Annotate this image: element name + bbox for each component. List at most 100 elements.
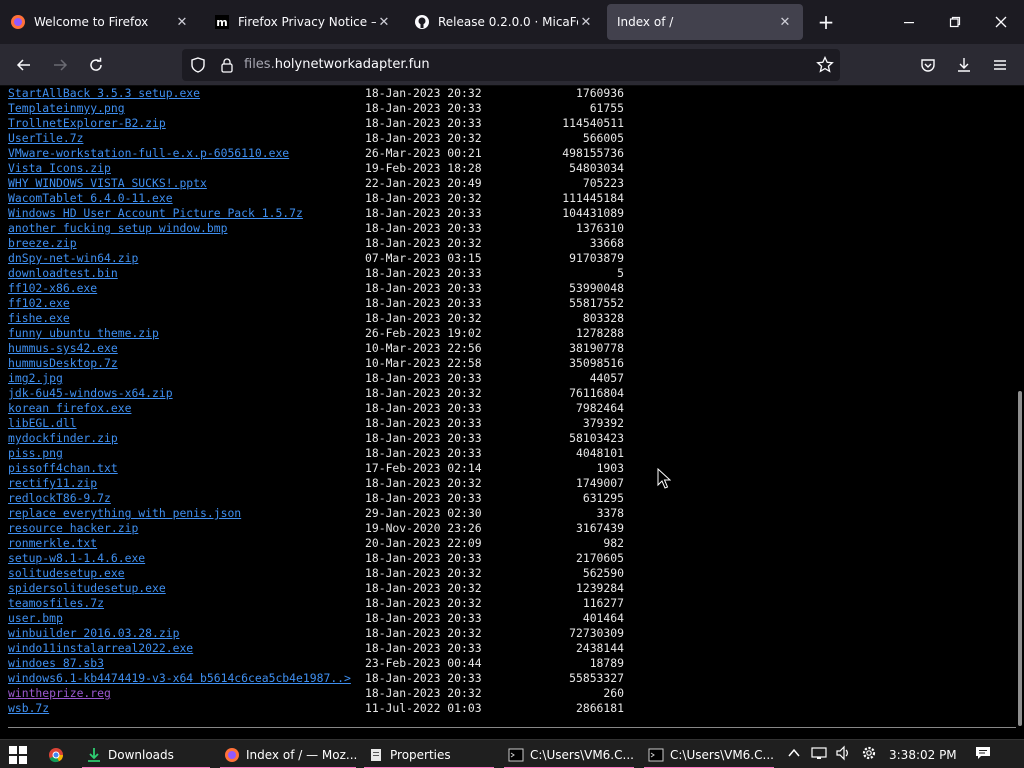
file-link[interactable]: Templateinmyy.png [8, 101, 125, 116]
scrollbar-thumb[interactable] [1018, 391, 1022, 726]
file-link[interactable]: spidersolitudesetup.exe [8, 581, 166, 596]
chevron-up-icon[interactable] [787, 746, 801, 763]
taskbar-downloads[interactable]: Downloads [80, 740, 212, 768]
divider [8, 727, 1016, 728]
file-link[interactable]: ff102-x86.exe [8, 281, 97, 296]
reload-button[interactable] [81, 50, 111, 80]
file-link[interactable]: another fucking setup window.bmp [8, 221, 227, 236]
file-link[interactable]: windoes 87.sb3 [8, 656, 104, 671]
taskbar-firefox[interactable]: Index of / — Moz... [218, 740, 358, 768]
file-size: 379392 [582, 416, 624, 430]
back-button[interactable] [9, 50, 39, 80]
taskbar-properties[interactable]: Properties [362, 740, 496, 768]
notification-icon[interactable] [975, 745, 991, 764]
file-link[interactable]: funny ubuntu theme.zip [8, 326, 159, 341]
network-icon[interactable] [811, 745, 827, 764]
file-link[interactable]: WacomTablet 6.4.0-11.exe [8, 191, 173, 206]
file-link[interactable]: downloadtest.bin [8, 266, 118, 281]
list-item: teamosfiles.7z 18-Jan-2023 20:32 116277 [8, 596, 628, 611]
tab-index-of[interactable]: Index of / ✕ [607, 4, 803, 40]
file-link[interactable]: breeze.zip [8, 236, 77, 251]
file-link[interactable]: jdk-6u45-windows-x64.zip [8, 386, 173, 401]
start-button[interactable] [8, 745, 28, 765]
file-link[interactable]: WHY WINDOWS VISTA SUCKS!.pptx [8, 176, 207, 191]
file-date: 18-Jan-2023 20:33 [365, 641, 482, 655]
file-date: 17-Feb-2023 02:14 [365, 461, 482, 475]
close-icon[interactable]: ✕ [174, 14, 190, 30]
file-link[interactable]: ronmerkle.txt [8, 536, 97, 551]
file-size: 35098516 [569, 356, 624, 370]
file-date: 19-Nov-2020 23:26 [365, 521, 482, 535]
shield-icon[interactable] [190, 57, 206, 77]
tab-release[interactable]: Release 0.2.0.0 · MicaForEve ✕ [404, 4, 604, 40]
file-size: 3378 [596, 506, 624, 520]
file-link[interactable]: ff102.exe [8, 296, 70, 311]
bookmark-star-icon[interactable] [816, 55, 834, 78]
close-icon[interactable]: ✕ [578, 14, 594, 30]
list-item: hummus-sys42.exe 10-Mar-2023 22:56 3819077… [8, 341, 628, 356]
file-link[interactable]: rectify11.zip [8, 476, 97, 491]
file-link[interactable]: teamosfiles.7z [8, 596, 104, 611]
file-date: 23-Feb-2023 00:44 [365, 656, 482, 670]
url-bar[interactable]: files.holynetworkadapter.fun [182, 49, 840, 81]
file-size: 1760936 [575, 86, 624, 100]
file-link[interactable]: winbuilder 2016.03.28.zip [8, 626, 179, 641]
file-link[interactable]: mydockfinder.zip [8, 431, 118, 446]
close-icon[interactable]: ✕ [777, 14, 793, 30]
file-link[interactable]: user.bmp [8, 611, 63, 626]
file-size: 53990048 [569, 281, 624, 295]
svg-text:m: m [216, 16, 227, 29]
file-link[interactable]: wsb.7z [8, 701, 49, 716]
list-item: redlockT86-9.7z 18-Jan-2023 20:33 631295 [8, 491, 628, 506]
back-arrow-icon [16, 59, 30, 71]
file-date: 18-Jan-2023 20:32 [365, 386, 482, 400]
file-link[interactable]: dnSpy-net-win64.zip [8, 251, 138, 266]
tab-privacy-notice[interactable]: m Firefox Privacy Notice — M ✕ [204, 4, 402, 40]
file-link[interactable]: TrollnetExplorer-B2.zip [8, 116, 166, 131]
file-link[interactable]: setup-w8.1-1.4.6.exe [8, 551, 145, 566]
file-link[interactable]: korean firefox.exe [8, 401, 131, 416]
chrome-icon [48, 747, 64, 763]
close-icon[interactable]: ✕ [376, 14, 392, 30]
file-link[interactable]: Windows HD User Account Picture Pack 1.5… [8, 206, 303, 221]
file-date: 18-Jan-2023 20:32 [365, 581, 482, 595]
file-link[interactable]: hummus-sys42.exe [8, 341, 118, 356]
file-link[interactable]: hummusDesktop.7z [8, 356, 118, 371]
file-link[interactable]: resource hacker.zip [8, 521, 138, 536]
new-tab-button[interactable]: + [812, 8, 840, 36]
taskbar-cmd-1[interactable]: C:\Users\VM6.C... [502, 740, 636, 768]
file-link[interactable]: fishe.exe [8, 311, 70, 326]
file-link[interactable]: StartAllBack 3.5.3 setup.exe [8, 86, 200, 101]
menu-button[interactable] [985, 50, 1015, 80]
minimize-button[interactable] [886, 0, 932, 44]
taskbar-chrome[interactable] [42, 740, 72, 768]
file-link[interactable]: libEGL.dll [8, 416, 77, 431]
file-link[interactable]: Vista Icons.zip [8, 161, 111, 176]
file-link[interactable]: windows6.1-kb4474419-v3-x64 b5614c6cea5c… [8, 671, 351, 686]
file-link[interactable]: redlockT86-9.7z [8, 491, 111, 506]
file-link[interactable]: piss.png [8, 446, 63, 461]
file-link[interactable]: VMware-workstation-full-e.x.p-6056110.ex… [8, 146, 289, 161]
file-link[interactable]: img2.jpg [8, 371, 63, 386]
lock-icon[interactable] [220, 57, 234, 77]
file-link[interactable]: pissoff4chan.txt [8, 461, 118, 476]
forward-button[interactable] [45, 50, 75, 80]
file-link[interactable]: wintheprize.reg [8, 686, 111, 701]
pocket-button[interactable] [913, 50, 943, 80]
volume-icon[interactable] [835, 745, 851, 764]
file-link[interactable]: windo11instalarreal2022.exe [8, 641, 193, 656]
file-link[interactable]: solitudesetup.exe [8, 566, 125, 581]
downloads-button[interactable] [949, 50, 979, 80]
file-link[interactable]: UserTile.7z [8, 131, 83, 146]
close-window-button[interactable] [978, 0, 1024, 44]
gear-icon[interactable] [861, 745, 877, 764]
restore-button[interactable] [932, 0, 978, 44]
file-date: 18-Jan-2023 20:33 [365, 431, 482, 445]
tab-welcome-firefox[interactable]: Welcome to Firefox ✕ [0, 4, 200, 40]
url-text[interactable]: files.holynetworkadapter.fun [244, 57, 430, 72]
list-item: korean firefox.exe 18-Jan-2023 20:33 79824… [8, 401, 628, 416]
clock[interactable]: 3:38:02 PM [889, 748, 961, 762]
file-link[interactable]: replace everything with penis.json [8, 506, 241, 521]
vertical-scrollbar[interactable] [1016, 86, 1024, 728]
taskbar-cmd-2[interactable]: C:\Users\VM6.C... [642, 740, 776, 768]
